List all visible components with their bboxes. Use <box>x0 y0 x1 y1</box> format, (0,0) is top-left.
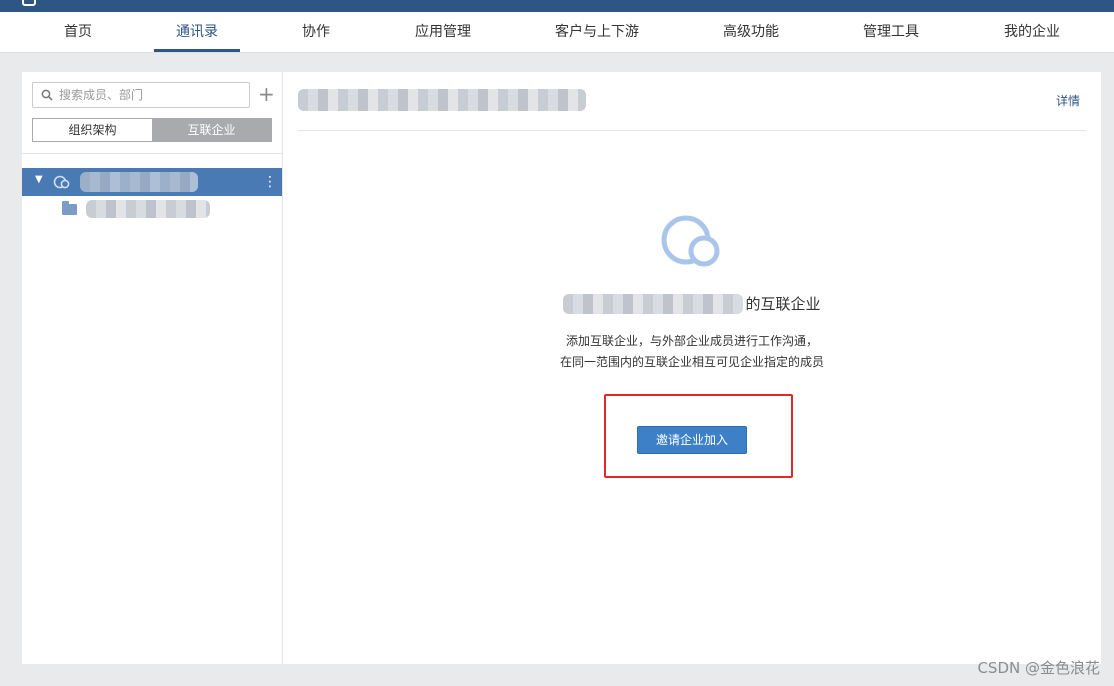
tab-linked-enterprises[interactable]: 互联企业 <box>152 119 271 141</box>
tab-org-structure[interactable]: 组织架构 <box>33 119 152 141</box>
empty-state-title: 的互联企业 <box>283 293 1101 315</box>
empty-state-title-suffix: 的互联企业 <box>745 295 821 313</box>
more-vertical-icon[interactable]: ⋮ <box>263 172 277 192</box>
empty-state-description-line-2: 在同一范围内的互联企业相互可见企业指定的成员 <box>559 355 824 369</box>
tab-advanced-features[interactable]: 高级功能 <box>706 12 796 52</box>
invite-enterprise-button[interactable]: 邀请企业加入 <box>637 426 747 454</box>
redacted-panel-title <box>298 89 586 111</box>
link-circles-icon <box>53 175 70 189</box>
link-circles-icon <box>661 215 720 267</box>
tab-app-management[interactable]: 应用管理 <box>398 12 488 52</box>
contacts-sidebar: + 组织架构 互联企业 ▼ ⋮ <box>22 72 283 664</box>
tab-my-enterprise[interactable]: 我的企业 <box>986 12 1078 52</box>
sidebar-divider <box>22 153 282 154</box>
folder-icon <box>62 201 77 215</box>
search-icon <box>41 89 53 101</box>
watermark: CSDN @金色浪花 <box>977 659 1100 677</box>
tab-contacts[interactable]: 通讯录 <box>154 12 240 52</box>
search-box <box>32 82 250 108</box>
redacted-group-name <box>80 172 198 192</box>
redacted-enterprise-name <box>86 200 210 218</box>
details-link[interactable]: 详情 <box>1056 92 1080 109</box>
top-header-bar <box>0 0 1114 12</box>
tab-customers-partners[interactable]: 客户与上下游 <box>540 12 654 52</box>
search-input[interactable] <box>57 85 242 105</box>
tab-collaboration[interactable]: 协作 <box>282 12 350 52</box>
logo-icon <box>22 0 36 6</box>
tree-item-linked-group[interactable]: ▼ ⋮ <box>22 168 282 196</box>
view-switcher: 组织架构 互联企业 <box>32 118 272 142</box>
main-panel: 详情 的互联企业 添加互联企业，与外部企业成员进行工作沟通， 在同一范围内的互联… <box>283 72 1101 664</box>
expand-arrow-icon[interactable]: ▼ <box>35 174 43 185</box>
panel-header: 详情 <box>298 72 1086 131</box>
empty-state-description-line-1: 添加互联企业，与外部企业成员进行工作沟通， <box>565 334 818 348</box>
tree-item-enterprise[interactable] <box>62 198 272 222</box>
main-nav: 首页 通讯录 协作 应用管理 客户与上下游 高级功能 管理工具 我的企业 <box>0 12 1114 53</box>
tab-home[interactable]: 首页 <box>40 12 116 52</box>
app-logo <box>22 0 112 8</box>
tab-admin-tools[interactable]: 管理工具 <box>846 12 936 52</box>
plus-icon[interactable]: + <box>258 84 275 104</box>
redacted-enterprise-name <box>563 293 744 314</box>
